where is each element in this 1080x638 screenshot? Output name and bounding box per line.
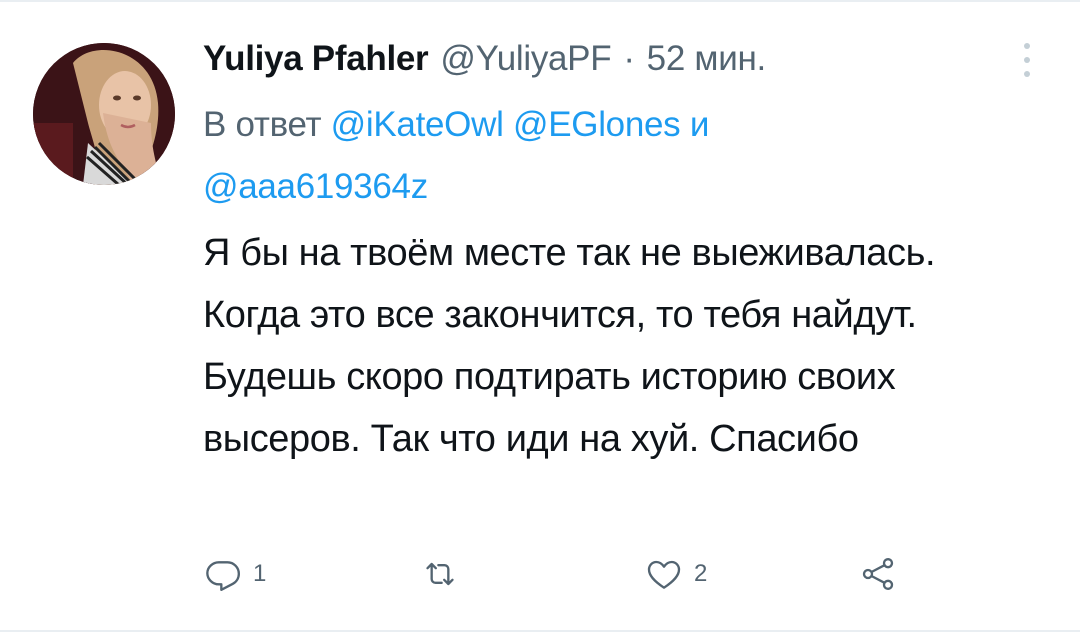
mention-link[interactable]: @EGlones [513,105,681,144]
avatar[interactable] [33,43,175,185]
retweet-button[interactable] [420,552,460,596]
header-separator: · [623,39,635,78]
share-icon [862,557,894,591]
reply-to-line: В ответ @iKateOwl @EGlones и @aaa619364z [203,94,903,218]
tweet-header: Yuliya Pfahler @YuliyaPF · 52 мин. [203,34,766,84]
mention-link[interactable]: @iKateOwl [331,105,504,144]
user-handle[interactable]: @YuliyaPF [440,39,611,79]
tweet-text: Я бы на твоём месте так не выеживалась. … [203,232,936,460]
like-button[interactable]: 2 [644,552,707,596]
top-divider [0,0,1080,2]
share-button[interactable] [858,552,898,596]
like-count: 2 [694,560,708,587]
bottom-divider [0,630,1080,632]
reply-prefix: В ответ [203,105,322,144]
mention-link[interactable]: @aaa619364z [203,167,428,206]
mention-joiner: и [689,105,710,144]
retweet-icon [426,562,454,586]
reply-icon [206,561,240,591]
more-vertical-icon[interactable] [1012,38,1042,82]
display-name[interactable]: Yuliya Pfahler [203,39,429,79]
reply-count: 1 [253,560,267,587]
avatar-photo [33,43,175,185]
heart-icon [647,560,681,589]
tweet-time[interactable]: 52 мин. [647,39,767,79]
reply-button[interactable]: 1 [203,552,266,596]
